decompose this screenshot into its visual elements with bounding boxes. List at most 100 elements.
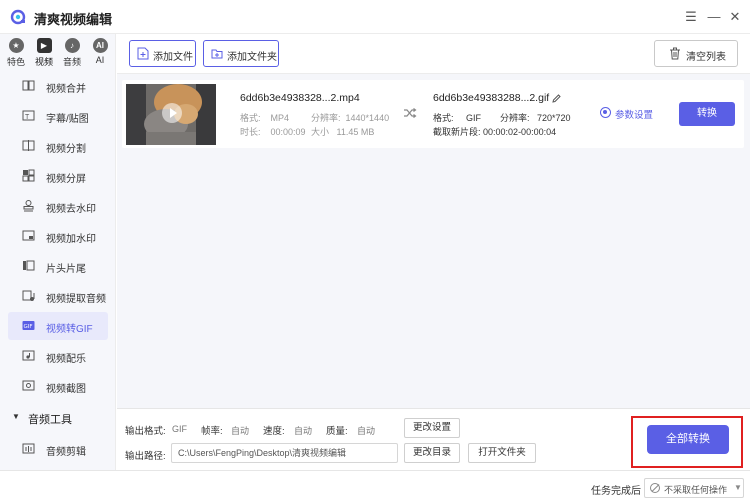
sidebar-item-label: 视频加水印 (46, 234, 96, 245)
sidebar-item-soundtrack[interactable]: 视频配乐 (8, 342, 108, 370)
app-logo-icon (10, 9, 26, 25)
output-clip-label: 截取新片段: (433, 127, 481, 137)
output-clip: 截取新片段: 00:00:02-00:00:04 (433, 125, 556, 138)
after-task-select[interactable]: 不采取任何操作 ▼ (644, 478, 744, 498)
params-settings-label: 参数设置 (615, 110, 654, 121)
sidebar-item-audio-cut[interactable]: 音频剪辑 (8, 435, 108, 463)
sidebar-item-label: 视频转GIF (46, 324, 93, 335)
sidebar-item-split[interactable]: 视频分割 (8, 132, 108, 160)
intro-outro-icon (23, 260, 35, 271)
no-action-icon (650, 483, 660, 493)
video-icon: ▶ (36, 38, 52, 53)
sidebar-item-add-watermark[interactable]: 视频加水印 (8, 222, 108, 250)
output-clip-value: 00:00:02-00:00:04 (483, 127, 557, 137)
sidebar-item-label: 视频合并 (46, 84, 86, 95)
tab-video[interactable]: ▶ 视频 (30, 38, 58, 68)
change-settings-button[interactable]: 更改设置 (404, 418, 460, 438)
sidebar-item-label: 视频截图 (46, 384, 86, 395)
sidebar-item-merge[interactable]: 视频合并 (8, 72, 108, 100)
sidebar-item-subtitle[interactable]: T 字幕/贴图 (8, 102, 108, 130)
add-folder-label: 添加文件夹 (227, 52, 277, 63)
tab-label: 音频 (62, 57, 81, 67)
settings-icon (600, 107, 611, 118)
source-format-value: MP4 (270, 113, 290, 123)
source-format: 格式: MP4 (240, 111, 289, 124)
main-panel: 添加文件 添加文件夹 清空列表 6dd6b3e4938328...2.mp4 格… (117, 34, 750, 408)
source-duration: 时长: 00:00:09 (240, 125, 306, 138)
sidebar-item-intro-outro[interactable]: 片头片尾 (8, 252, 108, 280)
split-screen-icon (22, 169, 35, 182)
status-bar: 任务完成后 不采取任何操作 ▼ (0, 470, 750, 504)
edit-pencil-icon[interactable] (552, 94, 561, 103)
soundtrack-icon (22, 350, 35, 361)
sidebar-item-extract-audio[interactable]: 视频提取音频 (8, 282, 108, 310)
open-folder-button[interactable]: 打开文件夹 (468, 443, 536, 463)
extract-audio-icon (22, 290, 35, 301)
clear-list-button[interactable]: 清空列表 (654, 40, 738, 67)
chevron-down-icon: ▼ (734, 483, 742, 492)
speed-label: 速度: (263, 426, 285, 437)
tab-label: 视频 (34, 57, 53, 67)
frame-rate-label: 帧率: (201, 426, 223, 437)
source-size: 大小 11.45 MB (311, 125, 374, 138)
frame-rate-value: 自动 (231, 426, 250, 436)
quality-value: 自动 (357, 426, 376, 436)
add-folder-icon (211, 49, 223, 59)
minimize-button[interactable]: — (705, 8, 723, 26)
sidebar-item-label: 音频剪辑 (46, 447, 86, 458)
convert-button[interactable]: 转换 (679, 102, 735, 126)
toolbar: 添加文件 添加文件夹 清空列表 (117, 34, 750, 74)
sidebar-item-label: 视频分割 (46, 144, 86, 155)
star-icon: ★ (8, 38, 24, 53)
sidebar-item-video-to-gif[interactable]: GIF 视频转GIF (8, 312, 108, 340)
sidebar-item-label: 视频提取音频 (46, 294, 106, 305)
menu-icon[interactable]: ☰ (682, 8, 700, 26)
caret-down-icon: ▼ (12, 412, 20, 421)
ai-icon: AI (92, 38, 108, 53)
source-resolution-value: 1440*1440 (345, 113, 390, 123)
video-thumbnail[interactable] (126, 84, 216, 145)
sidebar-item-remove-watermark[interactable]: 视频去水印 (8, 192, 108, 220)
output-format: 格式: GIF (433, 111, 481, 124)
tab-label: AI (95, 55, 105, 65)
convert-all-button[interactable]: 全部转换 (647, 425, 729, 454)
play-icon[interactable] (162, 103, 182, 123)
title-bar: 清爽视频编辑 ☰ — ✕ (0, 0, 750, 34)
svg-text:T: T (25, 114, 30, 121)
close-icon[interactable]: ✕ (726, 8, 744, 26)
output-settings-bar: 输出格式: GIF 帧率: 自动 速度: 自动 质量: 自动 更改设置 输出路径… (117, 408, 750, 470)
svg-text:GIF: GIF (24, 324, 33, 330)
output-resolution-label: 分辨率: (500, 113, 530, 123)
screenshot-icon (22, 380, 35, 391)
audio-cut-icon (22, 443, 35, 454)
gif-icon: GIF (22, 321, 35, 330)
source-duration-label: 时长: (240, 127, 261, 137)
after-task-label: 任务完成后 (591, 486, 641, 497)
source-duration-value: 00:00:09 (270, 127, 306, 137)
output-path-label: 输出路径: (125, 451, 166, 462)
add-file-button[interactable]: 添加文件 (129, 40, 196, 67)
sidebar: ★ 特色 ▶ 视频 ♪ 音频 AI AI 视频合并 T 字幕/贴图 视频分割 视… (0, 34, 116, 470)
sidebar-item-label: 字幕/贴图 (46, 114, 89, 125)
source-filename: 6dd6b3e4938328...2.mp4 (240, 92, 360, 104)
sidebar-group-audio-tools[interactable]: ▼ 音频工具 (8, 408, 108, 428)
change-directory-button[interactable]: 更改目录 (404, 443, 460, 463)
add-file-icon (137, 47, 149, 60)
subtitle-icon: T (22, 110, 35, 121)
output-format-label: 格式: (433, 113, 454, 123)
tab-featured[interactable]: ★ 特色 (2, 38, 30, 68)
output-format-value: GIF (172, 424, 187, 434)
sidebar-item-screenshot[interactable]: 视频截图 (8, 372, 108, 400)
sidebar-item-split-screen[interactable]: 视频分屏 (8, 162, 108, 190)
sidebar-group-label: 音频工具 (28, 414, 72, 426)
sidebar-tabs: ★ 特色 ▶ 视频 ♪ 音频 AI AI (0, 34, 115, 70)
file-item: 6dd6b3e4938328...2.mp4 格式: MP4 分辨率: 1440… (122, 80, 744, 148)
sidebar-item-label: 视频配乐 (46, 354, 86, 365)
tab-ai[interactable]: AI AI (86, 38, 114, 68)
tab-audio[interactable]: ♪ 音频 (58, 38, 86, 68)
stamp-icon (23, 200, 34, 212)
output-path-field[interactable]: C:\Users\FengPing\Desktop\清爽视频编辑 (171, 443, 398, 463)
add-folder-button[interactable]: 添加文件夹 (203, 40, 279, 67)
tab-label: 特色 (6, 57, 25, 67)
split-icon (22, 140, 35, 151)
